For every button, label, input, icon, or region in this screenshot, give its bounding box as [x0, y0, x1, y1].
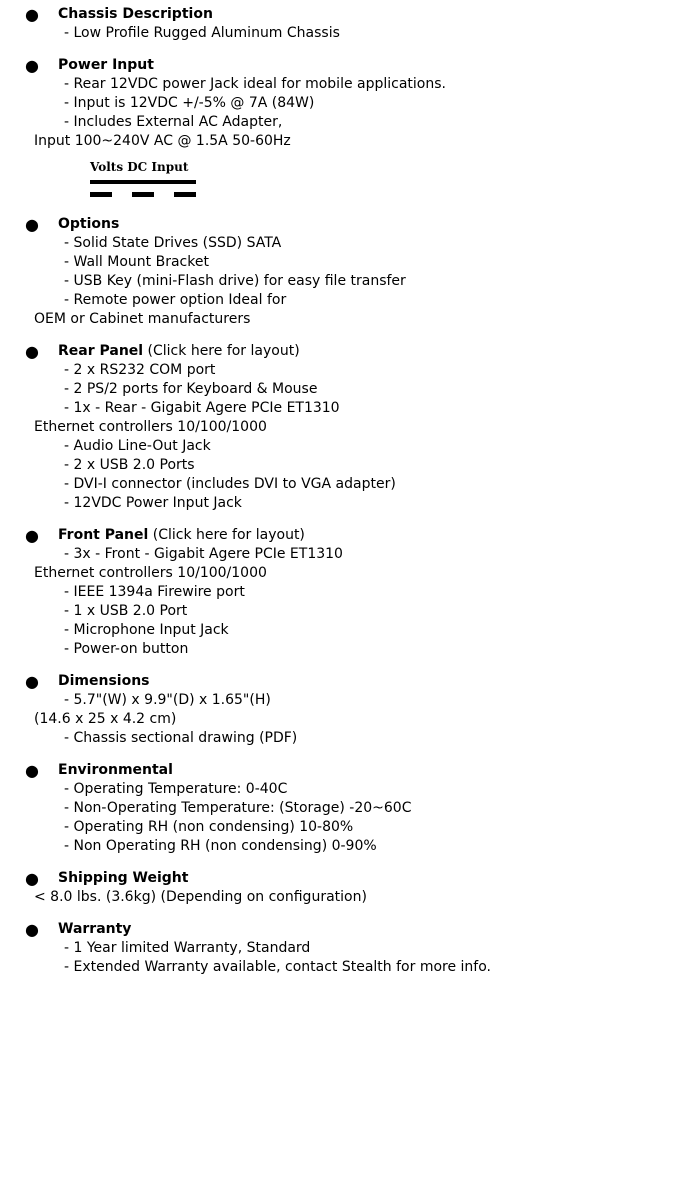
spec-item-power-input: ● Power Input - Rear 12VDC power Jack id…: [0, 56, 678, 202]
spec-list: ● Chassis Description - Low Profile Rugg…: [0, 0, 678, 977]
spec-line: - Solid State Drives (SSD) SATA: [64, 235, 282, 251]
spec-heading: Front Panel (Click here for layout): [58, 526, 678, 545]
spec-line: - IEEE 1394a Firewire port: [64, 584, 245, 600]
spec-title: Environmental: [58, 762, 173, 778]
spec-heading: Rear Panel (Click here for layout): [58, 342, 678, 361]
spec-heading: Dimensions: [58, 672, 678, 691]
spec-line: - Input is 12VDC +/-5% @ 7A (84W): [64, 95, 315, 111]
spec-lines: - Rear 12VDC power Jack ideal for mobile…: [34, 75, 678, 202]
spec-line: - Power-on button: [64, 641, 189, 657]
spec-line: - 3x - Front - Gigabit Agere PCIe ET1310: [64, 546, 343, 562]
spec-line: - 5.7"(W) x 9.9"(D) x 1.65"(H): [64, 692, 271, 708]
spec-title: Chassis Description: [58, 6, 213, 22]
bullet-icon: ●: [25, 5, 39, 24]
spec-item-chassis-description: ● Chassis Description - Low Profile Rugg…: [0, 5, 678, 43]
spec-line: - 1 Year limited Warranty, Standard: [64, 940, 311, 956]
spec-lines: - 3x - Front - Gigabit Agere PCIe ET1310…: [34, 545, 678, 659]
spec-heading: Environmental: [58, 761, 678, 780]
spec-line: - Rear 12VDC power Jack ideal for mobile…: [64, 76, 446, 92]
spec-heading: Warranty: [58, 920, 678, 939]
spec-line: - 1x - Rear - Gigabit Agere PCIe ET1310: [64, 400, 340, 416]
dc-input-symbol: Volts DC Input: [90, 160, 200, 202]
bullet-icon: ●: [25, 342, 39, 361]
spec-lines: - 1 Year limited Warranty, Standard - Ext…: [58, 939, 678, 977]
spec-item-options: ● Options - Solid State Drives (SSD) SAT…: [0, 215, 678, 329]
spec-lines: - 2 x RS232 COM port - 2 PS/2 ports for K…: [34, 361, 678, 513]
spec-line: Ethernet controllers 10/100/1000: [34, 565, 267, 581]
bullet-icon: ●: [25, 215, 39, 234]
spec-title: Front Panel: [58, 527, 149, 543]
spec-line: - Includes External AC Adapter,: [64, 114, 283, 130]
spec-item-rear-panel: ● Rear Panel (Click here for layout) - 2…: [0, 342, 678, 513]
spec-title: Shipping Weight: [58, 870, 189, 886]
spec-line: - Operating RH (non condensing) 10-80%: [64, 819, 354, 835]
spec-line: - 2 PS/2 ports for Keyboard & Mouse: [64, 381, 318, 397]
bullet-icon: ●: [25, 869, 39, 888]
spec-lines: - Low Profile Rugged Aluminum Chassis: [58, 24, 678, 43]
bullet-icon: ●: [25, 526, 39, 545]
spec-line: (14.6 x 25 x 4.2 cm): [34, 711, 177, 727]
spec-line: - 1 x USB 2.0 Port: [64, 603, 188, 619]
spec-title: Options: [58, 216, 120, 232]
spec-item-front-panel: ● Front Panel (Click here for layout) - …: [0, 526, 678, 659]
spec-heading: Power Input: [58, 56, 678, 75]
spec-line: - Operating Temperature: 0-40C: [64, 781, 288, 797]
spec-title: Power Input: [58, 57, 154, 73]
spec-lines: - Operating Temperature: 0-40C - Non-Oper…: [58, 780, 678, 856]
spec-line: - 2 x USB 2.0 Ports: [64, 457, 195, 473]
spec-item-environmental: ● Environmental - Operating Temperature:…: [0, 761, 678, 856]
spec-link[interactable]: (Click here for layout): [148, 527, 305, 543]
spec-heading: Options: [58, 215, 678, 234]
spec-title: Dimensions: [58, 673, 150, 689]
spec-heading: Chassis Description: [58, 5, 678, 24]
spec-line: OEM or Cabinet manufacturers: [34, 311, 251, 327]
spec-title: Warranty: [58, 921, 132, 937]
spec-lines: - 5.7"(W) x 9.9"(D) x 1.65"(H) (14.6 x 25…: [34, 691, 678, 748]
spec-heading: Shipping Weight: [58, 869, 678, 888]
spec-line: Ethernet controllers 10/100/1000: [34, 419, 267, 435]
spec-line: - 12VDC Power Input Jack: [64, 495, 242, 511]
spec-line: - USB Key (mini-Flash drive) for easy fi…: [64, 273, 406, 289]
spec-line: - DVI-I connector (includes DVI to VGA a…: [64, 476, 396, 492]
spec-line: < 8.0 lbs. (3.6kg) (Depending on configu…: [34, 889, 367, 905]
spec-item-warranty: ● Warranty - 1 Year limited Warranty, St…: [0, 920, 678, 977]
spec-item-dimensions: ● Dimensions - 5.7"(W) x 9.9"(D) x 1.65"…: [0, 672, 678, 748]
spec-line: - Non Operating RH (non condensing) 0-90…: [64, 838, 377, 854]
spec-line: Input 100~240V AC @ 1.5A 50-60Hz: [34, 133, 291, 149]
spec-line: - Microphone Input Jack: [64, 622, 229, 638]
bullet-icon: ●: [25, 761, 39, 780]
spec-line: - Low Profile Rugged Aluminum Chassis: [64, 25, 340, 41]
dc-symbol-label: Volts DC Input: [90, 160, 189, 174]
bullet-icon: ●: [25, 56, 39, 75]
dc-current-icon: [90, 180, 196, 197]
spec-title: Rear Panel: [58, 343, 144, 359]
spec-link[interactable]: (Click here for layout): [143, 343, 300, 359]
spec-item-shipping-weight: ● Shipping Weight < 8.0 lbs. (3.6kg) (De…: [0, 869, 678, 907]
spec-line: - Audio Line-Out Jack: [64, 438, 211, 454]
spec-line: - Extended Warranty available, contact S…: [64, 959, 491, 975]
spec-lines: < 8.0 lbs. (3.6kg) (Depending on configu…: [34, 888, 678, 907]
spec-lines: - Solid State Drives (SSD) SATA - Wall Mo…: [34, 234, 678, 329]
bullet-icon: ●: [25, 672, 39, 691]
spec-line: - Remote power option Ideal for: [64, 292, 287, 308]
spec-line: - Wall Mount Bracket: [64, 254, 209, 270]
spec-line: - Chassis sectional drawing (PDF): [64, 730, 298, 746]
spec-line: - Non-Operating Temperature: (Storage) -…: [64, 800, 412, 816]
spec-line: - 2 x RS232 COM port: [64, 362, 216, 378]
bullet-icon: ●: [25, 920, 39, 939]
